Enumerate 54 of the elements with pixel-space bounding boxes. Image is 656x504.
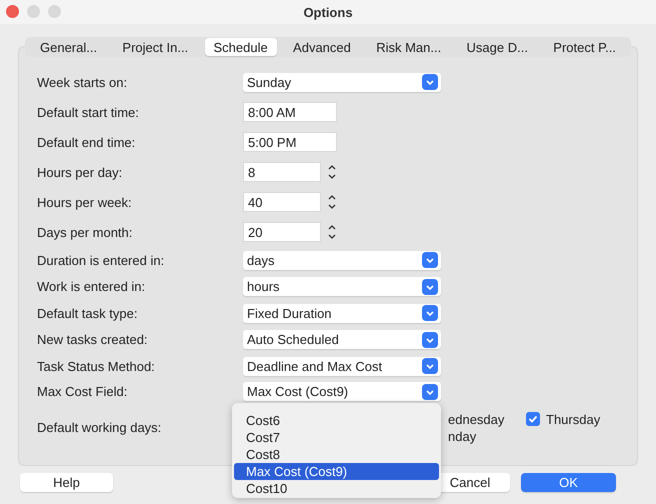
field-label: Default working days: — [37, 420, 162, 435]
dropdown-option[interactable]: Cost6 — [234, 412, 439, 429]
window-title: Options — [303, 4, 353, 20]
dropdown-option[interactable]: Cost7 — [234, 429, 439, 446]
input-field[interactable]: 8 — [243, 162, 321, 182]
select-field[interactable]: Deadline and Max Cost — [243, 356, 441, 376]
select-field[interactable]: Sunday — [243, 72, 441, 92]
input-field[interactable]: 8:00 AM — [243, 102, 337, 122]
dropdown-option[interactable]: Max Cost (Cost9) — [234, 463, 439, 480]
day-label: ednesday — [448, 412, 506, 426]
field-label: Days per month: — [37, 224, 134, 240]
dropdown-caret-icon — [422, 74, 438, 90]
field-label: Max Cost Field: — [37, 384, 128, 399]
select-field[interactable]: days — [243, 250, 441, 270]
tab[interactable]: Usage D... — [458, 38, 537, 56]
field-label: Work is entered in: — [37, 279, 146, 294]
input-field[interactable]: 20 — [243, 222, 321, 242]
dropdown-caret-icon — [422, 332, 438, 348]
tab[interactable]: Advanced — [284, 38, 360, 56]
stepper-icon[interactable] — [327, 193, 337, 211]
tab[interactable]: General... — [31, 38, 106, 56]
field-label: Hours per week: — [37, 194, 133, 210]
dropdown-caret-icon — [422, 305, 438, 322]
dialog-button[interactable]: OK — [521, 473, 616, 492]
dropdown-option[interactable]: Cost8 — [234, 446, 439, 463]
stepper-icon[interactable] — [327, 223, 337, 241]
field-label: Default end time: — [37, 134, 136, 150]
input-field[interactable]: 40 — [243, 192, 321, 212]
dropdown-caret-icon — [422, 384, 438, 400]
field-label: New tasks created: — [37, 332, 149, 348]
dialog-button[interactable]: Help — [20, 473, 113, 492]
dropdown-caret-icon — [422, 358, 438, 374]
tab[interactable]: Risk Man... — [367, 38, 450, 56]
checkbox-icon[interactable] — [526, 412, 540, 426]
select-field[interactable]: Max Cost (Cost9) — [243, 382, 441, 401]
stepper-icon[interactable] — [327, 163, 337, 181]
day-checkbox[interactable]: Thursday — [526, 412, 600, 426]
field-label: Week starts on: — [37, 74, 128, 90]
select-field[interactable]: hours — [243, 277, 441, 296]
tab[interactable]: Schedule — [204, 38, 277, 56]
select-field[interactable]: Fixed Duration — [243, 304, 441, 323]
field-label: Default task type: — [37, 306, 138, 321]
day-label: nday — [448, 428, 478, 444]
tab[interactable]: Project In... — [113, 38, 198, 56]
close-button[interactable] — [6, 5, 19, 18]
dropdown-caret-icon — [422, 252, 438, 268]
dropdown-caret-icon — [422, 278, 438, 295]
field-label: Task Status Method: — [37, 358, 156, 374]
tab[interactable]: Protect P... — [544, 38, 625, 56]
select-field[interactable]: Auto Scheduled — [243, 330, 441, 350]
field-label: Hours per day: — [37, 164, 124, 180]
input-field[interactable]: 5:00 PM — [243, 132, 337, 152]
field-label: Duration is entered in: — [37, 252, 166, 268]
field-label: Default start time: — [37, 104, 140, 120]
